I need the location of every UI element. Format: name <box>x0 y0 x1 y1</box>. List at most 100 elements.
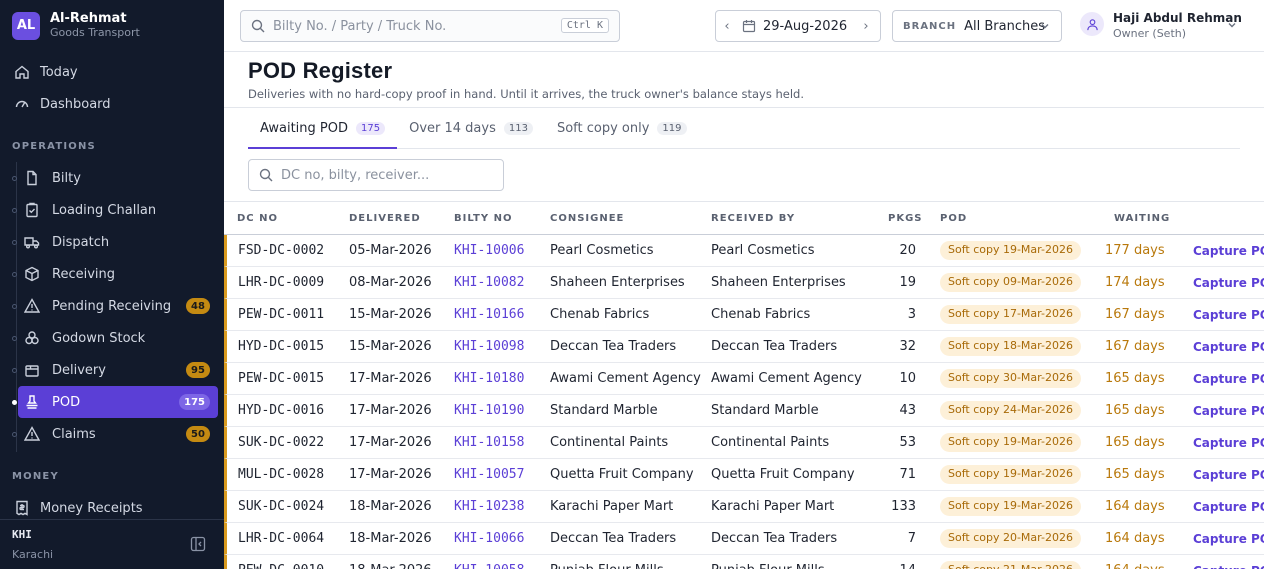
sidebar-item-claims[interactable]: Claims 50 <box>12 418 218 450</box>
capture-pod-button[interactable]: Capture POD <box>1193 372 1264 386</box>
bilty-number-link[interactable]: KHI-10058 <box>454 563 524 569</box>
stamp-icon <box>24 394 40 410</box>
global-search-input[interactable] <box>273 18 553 34</box>
filter-input[interactable] <box>281 167 491 183</box>
column-header-received-by[interactable]: RECEIVED BY <box>711 213 795 224</box>
column-header-pkgs[interactable]: PKGS <box>888 213 923 224</box>
count-badge: 175 <box>179 394 210 410</box>
sidebar-item-receiving[interactable]: Receiving <box>12 258 218 290</box>
bilty-number-link[interactable]: KHI-10057 <box>454 467 524 482</box>
pod-status-badge: Soft copy 20-Mar-2026 <box>940 529 1081 548</box>
table-row[interactable]: FSD-DC-0002 05-Mar-2026 KHI-10006 Pearl Cos… <box>224 235 1264 267</box>
dc-number-cell: LHR-DC-0009 <box>238 275 325 290</box>
branch-city: Karachi <box>12 548 54 561</box>
consignee-cell: Deccan Tea Traders <box>550 339 677 354</box>
dc-number-cell: LHR-DC-0064 <box>238 531 325 546</box>
received-by-cell: Continental Paints <box>711 435 830 450</box>
table-row[interactable]: PEW-DC-0010 18-Mar-2026 KHI-10058 Punjab Fl… <box>224 555 1264 569</box>
bilty-number-link[interactable]: KHI-10066 <box>454 531 524 546</box>
table-row[interactable]: LHR-DC-0064 18-Mar-2026 KHI-10066 Deccan Te… <box>224 523 1264 555</box>
boxes-icon <box>24 330 40 346</box>
sidebar-item-label: Pending Receiving <box>52 298 172 314</box>
received-by-cell: Punjab Flour Mills <box>711 563 825 569</box>
capture-pod-button[interactable]: Capture POD <box>1193 404 1264 418</box>
sidebar-item-loading-challan[interactable]: Loading Challan <box>12 194 218 226</box>
capture-pod-button[interactable]: Capture POD <box>1193 468 1264 482</box>
branch-selector[interactable]: BRANCH All Branches <box>892 10 1062 42</box>
packages-cell: 133 <box>891 499 916 514</box>
column-header-dc-no[interactable]: DC NO <box>237 213 278 224</box>
previous-date-button[interactable]: ‹ <box>716 19 738 34</box>
brand-logo: AL <box>12 11 40 40</box>
dc-number-cell: PEW-DC-0010 <box>238 563 324 569</box>
brand[interactable]: AL Al-Rehmat Goods Transport <box>12 11 140 40</box>
table-row[interactable]: LHR-DC-0009 08-Mar-2026 KHI-10082 Shaheen E… <box>224 267 1264 299</box>
chevron-down-icon <box>1226 19 1238 31</box>
capture-pod-button[interactable]: Capture POD <box>1193 564 1264 569</box>
sidebar-item-label: Claims <box>52 426 96 442</box>
pod-status-badge: Soft copy 24-Mar-2026 <box>940 401 1081 420</box>
packages-cell: 20 <box>899 243 916 258</box>
table-row[interactable]: HYD-DC-0016 17-Mar-2026 KHI-10190 Standard … <box>224 395 1264 427</box>
sidebar-item-dispatch[interactable]: Dispatch <box>12 226 218 258</box>
consignee-cell: Pearl Cosmetics <box>550 243 654 258</box>
collapse-sidebar-icon[interactable] <box>190 536 206 552</box>
received-by-cell: Standard Marble <box>711 403 819 418</box>
sidebar-item-today[interactable]: Today <box>12 56 218 88</box>
column-header-delivered[interactable]: DELIVERED <box>349 213 421 224</box>
avatar <box>1080 12 1104 36</box>
bilty-number-link[interactable]: KHI-10190 <box>454 403 524 418</box>
bilty-number-link[interactable]: KHI-10238 <box>454 499 524 514</box>
column-header-pod[interactable]: POD <box>940 213 967 224</box>
sidebar-item-delivery[interactable]: Delivery 95 <box>12 354 218 386</box>
tab-soft-copy-only[interactable]: Soft copy only 119 <box>545 108 699 148</box>
table-row[interactable]: HYD-DC-0015 15-Mar-2026 KHI-10098 Deccan Te… <box>224 331 1264 363</box>
table-row[interactable]: PEW-DC-0015 17-Mar-2026 KHI-10180 Awami Cem… <box>224 363 1264 395</box>
tab-awaiting-pod[interactable]: Awaiting POD 175 <box>248 108 398 149</box>
capture-pod-button[interactable]: Capture POD <box>1193 500 1264 514</box>
table-row[interactable]: SUK-DC-0022 17-Mar-2026 KHI-10158 Continent… <box>224 427 1264 459</box>
bilty-number-link[interactable]: KHI-10098 <box>454 339 524 354</box>
table-row[interactable]: MUL-DC-0028 17-Mar-2026 KHI-10057 Quetta Fr… <box>224 459 1264 491</box>
table-filter[interactable] <box>248 159 504 191</box>
warning-icon <box>24 426 40 442</box>
sidebar-item-dashboard[interactable]: Dashboard <box>12 88 218 120</box>
bilty-number-link[interactable]: KHI-10006 <box>454 243 524 258</box>
dc-number-cell: SUK-DC-0024 <box>238 499 325 514</box>
search-icon <box>251 19 265 33</box>
consignee-cell: Punjab Flour Mills <box>550 563 664 569</box>
capture-pod-button[interactable]: Capture POD <box>1193 276 1264 290</box>
capture-pod-button[interactable]: Capture POD <box>1193 436 1264 450</box>
count-badge: 95 <box>186 362 210 378</box>
consignee-cell: Standard Marble <box>550 403 658 418</box>
bilty-number-link[interactable]: KHI-10158 <box>454 435 524 450</box>
sidebar-item-godown-stock[interactable]: Godown Stock <box>12 322 218 354</box>
sidebar-item-pod[interactable]: POD 175 <box>12 386 218 418</box>
current-date[interactable]: 29-Aug-2026 <box>763 19 855 34</box>
capture-pod-button[interactable]: Capture POD <box>1193 308 1264 322</box>
next-date-button[interactable]: › <box>855 19 877 34</box>
tab-over-14-days[interactable]: Over 14 days 113 <box>397 108 545 148</box>
bilty-number-link[interactable]: KHI-10166 <box>454 307 524 322</box>
tree-dot <box>12 176 17 181</box>
delivered-date-cell: 18-Mar-2026 <box>349 531 432 546</box>
column-header-waiting[interactable]: WAITING <box>1114 213 1170 224</box>
global-search[interactable]: Ctrl K <box>240 10 620 42</box>
capture-pod-button[interactable]: Capture POD <box>1193 340 1264 354</box>
table-row[interactable]: PEW-DC-0011 15-Mar-2026 KHI-10166 Chenab Fa… <box>224 299 1264 331</box>
sidebar-item-pending-receiving[interactable]: Pending Receiving 48 <box>12 290 218 322</box>
pod-status-badge: Soft copy 18-Mar-2026 <box>940 337 1081 356</box>
user-menu[interactable]: Haji Abdul Rehman Owner (Seth) <box>1080 8 1260 44</box>
bilty-number-link[interactable]: KHI-10180 <box>454 371 524 386</box>
tab-label: Over 14 days <box>409 120 496 136</box>
received-by-cell: Awami Cement Agency <box>711 371 862 386</box>
received-by-cell: Pearl Cosmetics <box>711 243 815 258</box>
sidebar-item-bilty[interactable]: Bilty <box>12 162 218 194</box>
capture-pod-button[interactable]: Capture POD <box>1193 532 1264 546</box>
nav-top: Today Dashboard <box>12 56 218 120</box>
column-header-consignee[interactable]: CONSIGNEE <box>550 213 624 224</box>
capture-pod-button[interactable]: Capture POD <box>1193 244 1264 258</box>
bilty-number-link[interactable]: KHI-10082 <box>454 275 524 290</box>
column-header-bilty-no[interactable]: BILTY NO <box>454 213 512 224</box>
table-row[interactable]: SUK-DC-0024 18-Mar-2026 KHI-10238 Karachi P… <box>224 491 1264 523</box>
